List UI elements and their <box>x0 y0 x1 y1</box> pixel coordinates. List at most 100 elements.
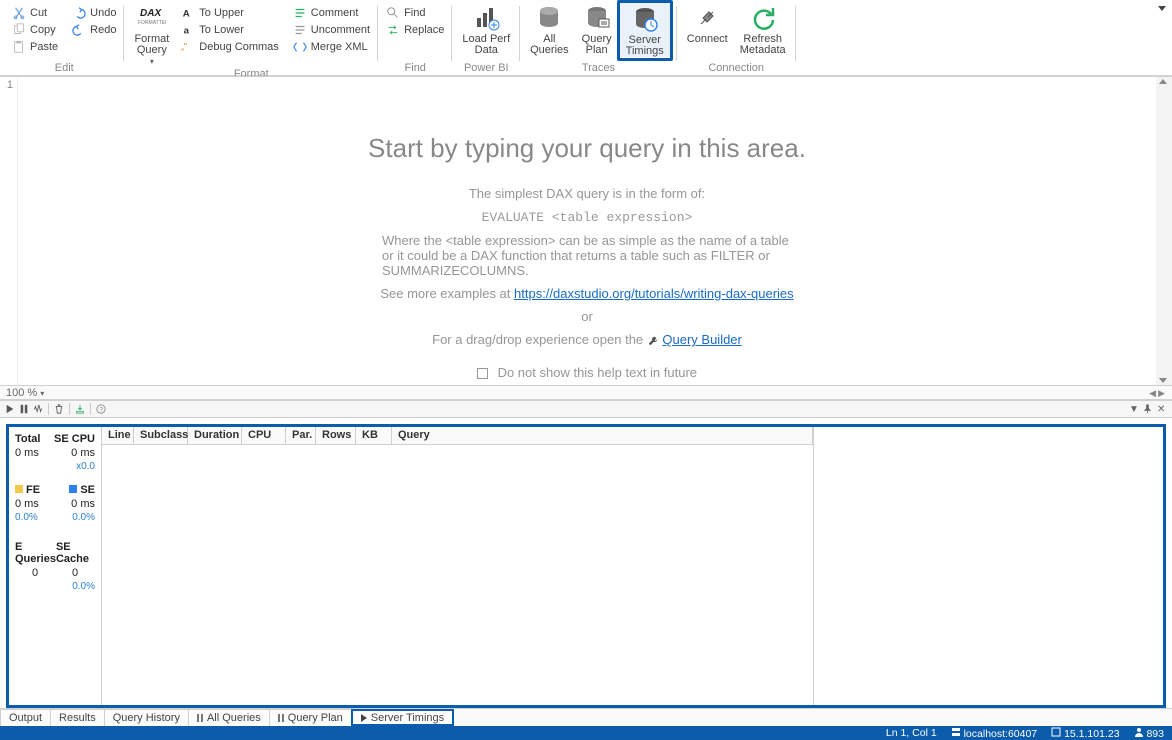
export-icon[interactable] <box>74 403 86 415</box>
se-label: SE <box>80 484 95 496</box>
cut-button[interactable]: Cut <box>8 4 62 21</box>
uncomment-button[interactable]: Uncomment <box>289 21 374 38</box>
connect-button[interactable]: Connect <box>681 2 734 61</box>
search-icon <box>386 6 400 20</box>
col-query[interactable]: Query <box>392 427 813 444</box>
all-queries-button[interactable]: All Queries <box>524 2 575 61</box>
pin-icon[interactable] <box>1143 404 1153 414</box>
merge-xml-icon <box>293 40 307 54</box>
to-lower-icon: a <box>181 23 195 37</box>
svg-text:?: ? <box>99 407 103 414</box>
refresh-metadata-button[interactable]: Refresh Metadata <box>734 2 792 61</box>
find-button[interactable]: Find <box>382 4 448 21</box>
editor-zoom-bar: 100 % ▾ ◀▶ <box>0 385 1172 399</box>
ribbon-group-powerbi: Load Perf Data Power BI <box>452 2 520 75</box>
to-lower-label: To Lower <box>199 24 244 36</box>
col-cpu[interactable]: CPU <box>242 427 286 444</box>
secache-pct: 0.0% <box>72 581 95 592</box>
to-upper-icon: A <box>181 6 195 20</box>
group-label-find: Find <box>382 61 448 75</box>
editor-canvas[interactable]: Start by typing your query in this area.… <box>18 77 1156 385</box>
ribbon-group-traces: All Queries Query Plan Server Timings Tr… <box>520 2 677 75</box>
undo-button[interactable]: Undo <box>68 4 120 21</box>
copy-button[interactable]: Copy <box>8 21 62 38</box>
suppress-checkbox[interactable] <box>477 368 488 379</box>
dropdown-icon[interactable]: ▼ <box>1129 404 1139 414</box>
tab-results[interactable]: Results <box>50 709 105 726</box>
pause-icon[interactable] <box>18 403 30 415</box>
redo-icon <box>72 23 86 37</box>
editor-intro: The simplest DAX query is in the form of… <box>469 186 705 201</box>
trash-icon[interactable] <box>53 403 65 415</box>
comment-button[interactable]: Comment <box>289 4 374 21</box>
zoom-label[interactable]: 100 % ▾ <box>6 387 44 399</box>
query-builder-link[interactable]: Query Builder <box>662 332 741 347</box>
to-upper-label: To Upper <box>199 7 244 19</box>
load-perf-icon <box>472 4 500 32</box>
merge-xml-label: Merge XML <box>311 41 368 53</box>
to-lower-button[interactable]: a To Lower <box>177 21 282 38</box>
query-plan-label: Query Plan <box>582 34 612 56</box>
tab-all-queries[interactable]: All Queries <box>188 709 270 726</box>
merge-xml-button[interactable]: Merge XML <box>289 38 374 55</box>
col-line[interactable]: Line <box>102 427 134 444</box>
tab-server-timings[interactable]: Server Timings <box>351 709 454 726</box>
tab-output[interactable]: Output <box>0 709 51 726</box>
replace-button[interactable]: Replace <box>382 21 448 38</box>
col-par[interactable]: Par. <box>286 427 316 444</box>
format-query-label: Format Query <box>134 34 169 56</box>
total-label: Total <box>15 433 40 445</box>
close-icon[interactable]: ✕ <box>1157 404 1167 414</box>
server-timings-button[interactable]: Server Timings <box>620 3 670 57</box>
undo-icon <box>72 6 86 20</box>
tab-query-history[interactable]: Query History <box>104 709 189 726</box>
ribbon: Cut Copy Paste <box>0 0 1172 76</box>
secpu-label: SE CPU <box>54 433 95 445</box>
svg-text:FORMATTER: FORMATTER <box>138 20 166 26</box>
load-perf-data-button[interactable]: Load Perf Data <box>456 2 516 61</box>
help-icon[interactable]: ? <box>95 403 107 415</box>
uncomment-label: Uncomment <box>311 24 370 36</box>
editor-scrollbar[interactable] <box>1156 77 1172 385</box>
secache-value: 0 <box>55 567 95 579</box>
ribbon-group-find: Find Replace Find <box>378 2 452 75</box>
ribbon-group-format: DAX FORMATTER Format Query ▾ A To Upper … <box>124 2 378 75</box>
format-query-dropdown[interactable]: ▾ <box>150 56 154 67</box>
server-timings-highlight: Server Timings <box>617 0 673 61</box>
panel-mini-toolbar: ? ▼ ✕ <box>0 400 1172 418</box>
se-pct: 0.0% <box>72 512 95 523</box>
fe-label: FE <box>26 484 40 496</box>
equeries-label: E Queries <box>15 541 56 565</box>
editor-desc: Where the <table expression> can be as s… <box>382 233 792 278</box>
plug-icon <box>693 4 721 32</box>
scissors-icon <box>12 6 26 20</box>
editor-nav-arrows[interactable]: ◀▶ <box>1148 387 1166 399</box>
replace-icon <box>386 23 400 37</box>
cut-label: Cut <box>30 7 47 19</box>
waveform-icon[interactable] <box>32 403 44 415</box>
group-label-powerbi: Power BI <box>456 61 516 75</box>
copy-icon <box>12 23 26 37</box>
comment-label: Comment <box>311 7 359 19</box>
editor-code-sample: EVALUATE <table expression> <box>482 210 693 225</box>
col-duration[interactable]: Duration <box>188 427 242 444</box>
format-query-button[interactable]: DAX FORMATTER Format Query ▾ <box>128 2 175 67</box>
pause-glyph-icon <box>197 714 203 722</box>
tab-query-plan[interactable]: Query Plan <box>269 709 352 726</box>
to-upper-button[interactable]: A To Upper <box>177 4 282 21</box>
play-icon[interactable] <box>4 403 16 415</box>
debug-commas-button[interactable]: „" Debug Commas <box>177 38 282 55</box>
redo-button[interactable]: Redo <box>68 21 120 38</box>
connect-label: Connect <box>687 34 728 45</box>
col-kb[interactable]: KB <box>356 427 392 444</box>
line-number: 1 <box>7 79 13 91</box>
col-subclass[interactable]: Subclass <box>134 427 188 444</box>
examples-link[interactable]: https://daxstudio.org/tutorials/writing-… <box>514 286 794 301</box>
debug-commas-icon: „" <box>181 40 195 54</box>
pause-glyph-icon <box>278 714 284 722</box>
bottom-tabs: Output Results Query History All Queries… <box>0 708 1172 726</box>
paste-button[interactable]: Paste <box>8 38 62 55</box>
query-plan-button[interactable]: Query Plan <box>575 2 619 61</box>
col-rows[interactable]: Rows <box>316 427 356 444</box>
group-label-edit: Edit <box>8 61 120 75</box>
